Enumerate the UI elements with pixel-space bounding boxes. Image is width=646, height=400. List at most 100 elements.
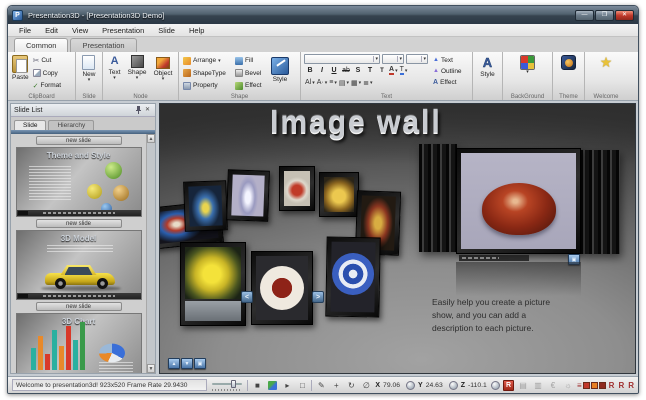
render-mode-icon[interactable]	[266, 379, 278, 391]
render-buttons[interactable]: R R R	[609, 381, 634, 390]
record-badge[interactable]: R	[503, 380, 514, 391]
menu-file[interactable]: File	[12, 26, 38, 35]
currency-icon[interactable]: €	[547, 379, 559, 391]
y-axis-knob[interactable]	[449, 381, 458, 390]
minimize-button[interactable]: —	[575, 10, 594, 21]
shape-style-button[interactable]: Style	[269, 56, 291, 84]
arrange-button[interactable]: Arrange▾	[181, 55, 233, 66]
wireframe-icon[interactable]: □	[296, 379, 308, 391]
tab-hierarchy[interactable]: Hierarchy	[48, 120, 94, 130]
bold-button[interactable]: B	[304, 65, 316, 76]
menu-help[interactable]: Help	[182, 26, 211, 35]
insert-text-button[interactable]: A Text ▾	[107, 54, 123, 81]
shape-effect-button[interactable]: Effect	[233, 80, 269, 91]
zoom-slider[interactable]	[210, 379, 245, 391]
outline-button[interactable]: ▲Outline	[433, 66, 469, 77]
text-fill-button[interactable]: ▤▾	[338, 77, 350, 88]
disable-icon[interactable]: ∅	[360, 379, 372, 391]
r-button-1[interactable]: R	[609, 381, 615, 390]
slider-thumb[interactable]	[231, 380, 236, 388]
picture-frame-red-plate[interactable]	[251, 251, 313, 325]
slide-thumbnail-2[interactable]: 3D Model	[16, 230, 142, 300]
prev-picture-button[interactable]: <	[241, 291, 253, 303]
panel-left-icon[interactable]: ▤	[517, 379, 529, 391]
picture-frame-large[interactable]	[456, 148, 581, 254]
slide-thumbnail-1[interactable]: Theme and Style	[16, 147, 142, 217]
cut-button[interactable]: ✂Cut	[31, 55, 63, 66]
picture-frame-blue-plate[interactable]	[325, 237, 380, 318]
picture-frame-yellow-jar[interactable]	[180, 242, 246, 326]
picture-frame-blue-vase[interactable]	[183, 180, 228, 231]
x-axis-knob[interactable]	[406, 381, 415, 390]
r-button-2[interactable]: R	[618, 381, 624, 390]
close-button[interactable]: ✕	[615, 10, 634, 21]
insert-shape-button[interactable]: Shape ▾	[126, 54, 149, 81]
scroll-down-icon[interactable]: ▼	[147, 364, 155, 373]
edit-icon[interactable]: ✎	[315, 379, 327, 391]
picture-frame-white-vase[interactable]	[226, 169, 270, 221]
text-list-button[interactable]: ≣▾	[362, 77, 373, 88]
strikethrough-button[interactable]: ab	[340, 65, 352, 76]
tab-presentation[interactable]: Presentation	[70, 38, 136, 52]
text-style-button[interactable]: ▲Text	[433, 55, 469, 66]
canvas-tool-button-3[interactable]: ▣	[194, 358, 206, 369]
rotate-icon[interactable]: ↻	[345, 379, 357, 391]
tab-slide[interactable]: Slide	[14, 120, 46, 130]
menu-view[interactable]: View	[65, 26, 95, 35]
swatch[interactable]	[583, 382, 590, 389]
theme-button[interactable]	[559, 54, 578, 71]
text-effect-button[interactable]: AEffect	[433, 77, 469, 88]
highlight-color-button[interactable]: T▾	[399, 65, 409, 76]
slide-thumbnail-3[interactable]: 3D Chart	[16, 313, 142, 373]
tab-common[interactable]: Common	[14, 38, 68, 52]
paste-button[interactable]: Paste	[10, 54, 31, 82]
solid-view-icon[interactable]: ■	[251, 379, 263, 391]
menu-slide[interactable]: Slide	[151, 26, 182, 35]
welcome-button[interactable]: ★	[598, 54, 615, 71]
canvas-tool-button-1[interactable]: ▲	[168, 358, 180, 369]
line-spacing-button[interactable]: ≡▾	[328, 77, 338, 88]
picture-frame-gold-pot[interactable]	[319, 172, 359, 217]
menu-presentation[interactable]: Presentation	[95, 26, 151, 35]
swatch[interactable]	[599, 382, 606, 389]
italic-button[interactable]: I	[316, 65, 328, 76]
menu-edit[interactable]: Edit	[38, 26, 65, 35]
canvas-tool-button-2[interactable]: ▼	[181, 358, 193, 369]
panel-right-icon[interactable]: ▥	[532, 379, 544, 391]
move-icon[interactable]: +	[330, 379, 342, 391]
property-button[interactable]: Property	[181, 80, 233, 91]
shadow-button[interactable]: S	[352, 65, 364, 76]
swatch[interactable]	[591, 382, 598, 389]
palette-swatches[interactable]: ≡	[577, 381, 606, 390]
scroll-up-icon[interactable]: ▲	[147, 134, 155, 143]
slide-description[interactable]: Easily help you create a picture show, a…	[432, 296, 617, 334]
text-color-button[interactable]: A▾	[388, 65, 399, 76]
underline-button[interactable]: U	[328, 65, 340, 76]
title-bar[interactable]: P Presentation3D - [Presentation3D Demo]…	[8, 6, 638, 24]
new-slide-button[interactable]: New ▾	[80, 54, 97, 83]
play-icon[interactable]: ▸	[281, 379, 293, 391]
background-button[interactable]: ▾	[518, 54, 537, 75]
font-size-select[interactable]: ▾	[382, 54, 404, 64]
bevel-button[interactable]: Bevel	[233, 68, 269, 79]
close-panel-icon[interactable]: ✕	[143, 106, 152, 115]
slide-main-title[interactable]: Image wall	[270, 105, 442, 142]
shapetype-button[interactable]: ShapeType	[181, 68, 233, 79]
slide-list-scrollbar[interactable]: ▲ ▼	[146, 134, 155, 373]
style-button[interactable]: A Style	[478, 54, 496, 79]
fill-button[interactable]: Fill	[233, 55, 269, 66]
text-table-button[interactable]: ▦▾	[350, 77, 362, 88]
font-family-select[interactable]: ▾	[304, 54, 380, 64]
maximize-button[interactable]: ❐	[595, 10, 614, 21]
align-left-button[interactable]: Al▾	[304, 77, 316, 88]
font-scale-select[interactable]: ▾	[406, 54, 428, 64]
z-axis-knob[interactable]	[491, 381, 500, 390]
new-slide-button-1[interactable]: new slide	[36, 136, 122, 145]
lights-icon[interactable]: ☼	[562, 379, 574, 391]
char-spacing-button[interactable]: A·▾	[316, 77, 329, 88]
picture-frame-red-dish[interactable]	[279, 166, 315, 211]
r-button-3[interactable]: R	[628, 381, 634, 390]
new-slide-button-2[interactable]: new slide	[36, 219, 122, 228]
next-picture-button[interactable]: >	[312, 291, 324, 303]
subscript-button[interactable]: T	[376, 65, 388, 76]
